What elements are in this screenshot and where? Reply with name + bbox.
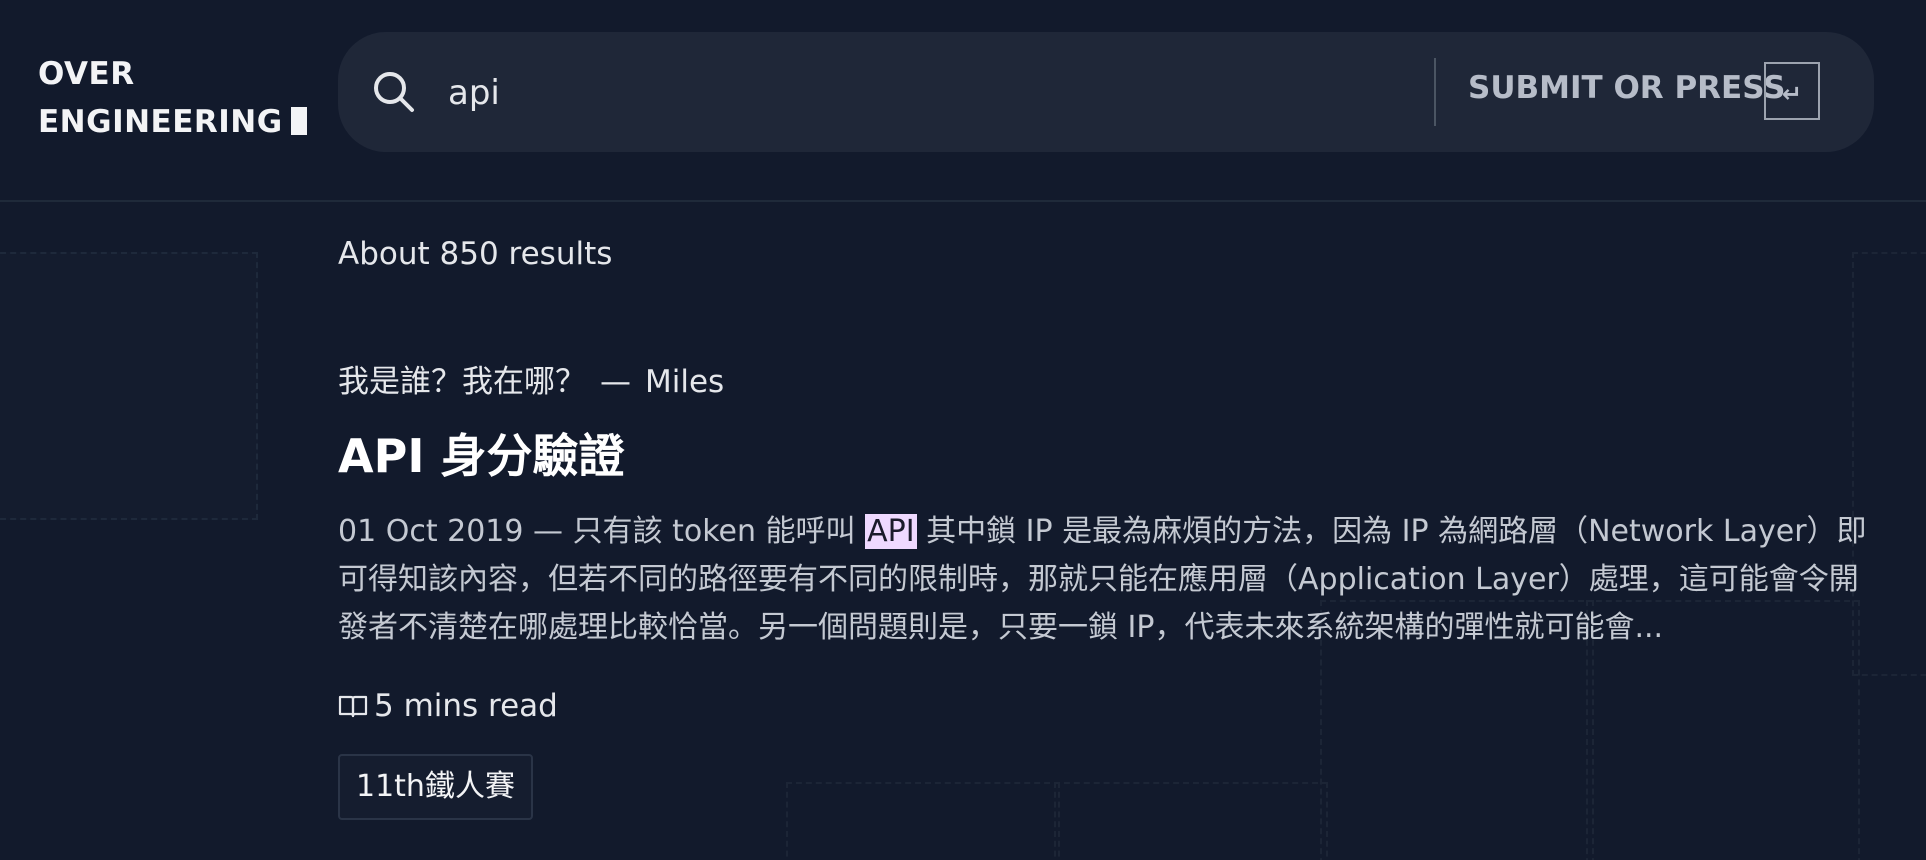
decorative-grid-cell — [786, 782, 1060, 860]
logo-line-1: OVER — [38, 56, 135, 92]
meta-separator: — — [600, 364, 631, 400]
snippet-dash: — — [533, 514, 564, 549]
search-icon — [374, 72, 414, 112]
header: OVER ENGINEERING SUBMIT OR PRESS ↵ — [0, 0, 1926, 202]
book-open-icon — [338, 695, 368, 718]
read-time-label: 5 mins read — [374, 688, 558, 724]
decorative-grid-left — [0, 252, 258, 520]
page: OVER ENGINEERING SUBMIT OR PRESS ↵ About… — [0, 0, 1926, 860]
result-date: 01 Oct 2019 — [338, 514, 524, 549]
search-input[interactable] — [446, 62, 1450, 124]
logo-line-2-text: ENGINEERING — [38, 104, 283, 140]
result-meta: 我是誰？我在哪？ — Miles — [338, 356, 724, 401]
snippet-text-after: 其中鎖 IP 是最為麻煩的方法，因為 IP 為網路層（Network Layer… — [338, 514, 1867, 645]
results-count: About 850 results — [338, 236, 613, 272]
cursor-block-icon — [290, 107, 307, 135]
search-bar: SUBMIT OR PRESS ↵ — [338, 32, 1874, 152]
search-divider — [1434, 58, 1436, 126]
decorative-grid-cell — [1054, 782, 1328, 860]
result-author[interactable]: Miles — [645, 364, 724, 400]
tag-badge[interactable]: 11th鐵人賽 — [338, 754, 533, 820]
snippet-highlight: API — [865, 514, 917, 549]
read-time: 5 mins read — [338, 688, 558, 724]
logo-line-2: ENGINEERING — [38, 98, 307, 146]
result-series[interactable]: 我是誰？我在哪？ — [338, 364, 586, 400]
site-logo[interactable]: OVER ENGINEERING — [38, 50, 307, 146]
result-snippet: 01 Oct 2019 — 只有該 token 能呼叫 API 其中鎖 IP 是… — [338, 508, 1874, 652]
submit-button[interactable]: SUBMIT OR PRESS — [1468, 70, 1786, 106]
snippet-text-before: 只有該 token 能呼叫 — [572, 514, 856, 549]
enter-key-icon[interactable]: ↵ — [1764, 62, 1820, 120]
result-title[interactable]: API 身分驗證 — [338, 420, 624, 486]
